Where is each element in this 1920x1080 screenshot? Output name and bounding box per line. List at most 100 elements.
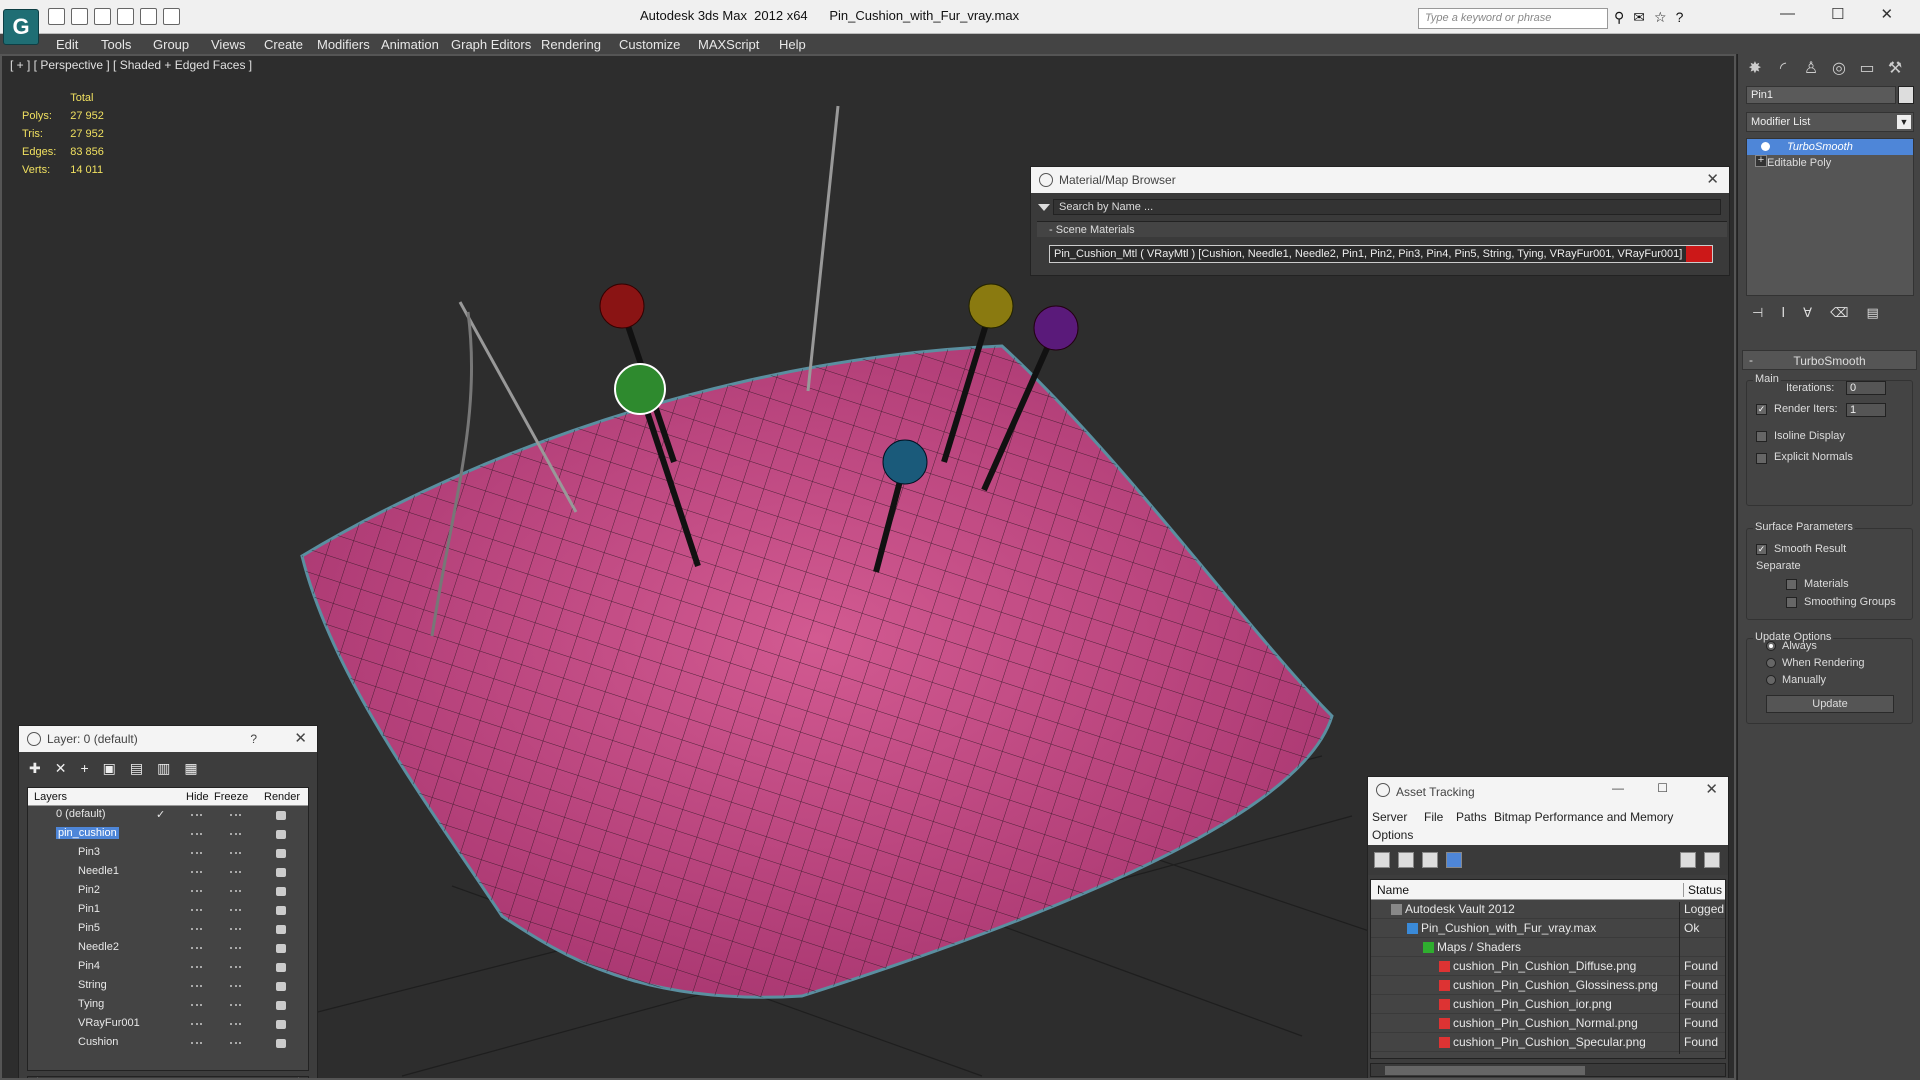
display-tab-icon[interactable]: ▭	[1856, 58, 1878, 80]
remove-modifier-icon[interactable]: ⌫	[1830, 305, 1848, 321]
perspective-viewport[interactable]: [ + ] [ Perspective ] [ Shaded + Edged F…	[0, 54, 1736, 1080]
menu-bitmap[interactable]: Bitmap Performance and Memory	[1494, 810, 1673, 824]
refresh-icon[interactable]	[1374, 852, 1390, 868]
freeze-toggle[interactable]	[230, 871, 241, 873]
asset-header[interactable]: Asset Tracking — ☐ ✕	[1368, 777, 1728, 807]
asset-row[interactable]: cushion_Pin_Cushion_ior.png Found	[1371, 995, 1725, 1016]
render-teapot-icon[interactable]	[276, 925, 286, 934]
table-view-icon[interactable]	[1446, 852, 1462, 868]
close-icon[interactable]: ✕	[1705, 780, 1718, 798]
menu-tools[interactable]: Tools	[101, 37, 131, 52]
render-teapot-icon[interactable]	[276, 1039, 286, 1048]
menu-create[interactable]: Create	[264, 37, 303, 52]
add-to-layer-icon[interactable]: +	[80, 760, 88, 777]
col-freeze[interactable]: Freeze	[214, 791, 248, 803]
layer-header[interactable]: Layer: 0 (default) ? ✕	[19, 726, 317, 752]
pin-stack-icon[interactable]: ⊣	[1752, 305, 1763, 321]
hide-toggle[interactable]	[191, 1023, 202, 1025]
show-end-result-icon[interactable]: Ⅰ	[1781, 305, 1785, 321]
asset-row[interactable]: Maps / Shaders	[1371, 938, 1725, 959]
layer-row[interactable]: Pin3	[28, 844, 308, 863]
layer-row[interactable]: Needle1	[28, 863, 308, 882]
stack-item-editable-poly[interactable]: Editable Poly	[1747, 155, 1913, 171]
menu-customize[interactable]: Customize	[619, 37, 680, 52]
hide-toggle[interactable]	[191, 1042, 202, 1044]
thumbnail-view-icon[interactable]	[1422, 852, 1438, 868]
smoothing-groups-checkbox[interactable]	[1786, 597, 1797, 608]
asset-row[interactable]: cushion_Pin_Cushion_Glossiness.png Found	[1371, 976, 1725, 997]
menu-rendering[interactable]: Rendering	[541, 37, 601, 52]
close-icon[interactable]: ✕	[1880, 5, 1893, 23]
asset-row[interactable]: cushion_Pin_Cushion_Specular.png Found	[1371, 1033, 1725, 1054]
context-help-icon[interactable]	[1704, 852, 1720, 868]
col-hide[interactable]: Hide	[186, 791, 209, 803]
stack-item-turbosmooth[interactable]: TurboSmooth	[1747, 139, 1913, 155]
materials-checkbox[interactable]	[1786, 579, 1797, 590]
new-layer-icon[interactable]: ✚	[29, 760, 41, 777]
render-teapot-icon[interactable]	[276, 944, 286, 953]
material-row[interactable]: Pin_Cushion_Mtl ( VRayMtl ) [Cushion, Ne…	[1049, 245, 1713, 263]
smooth-result-checkbox[interactable]: ✓	[1756, 544, 1767, 555]
hide-toggle[interactable]	[191, 985, 202, 987]
modify-tab-icon[interactable]: ◜	[1772, 58, 1794, 80]
render-teapot-icon[interactable]	[276, 849, 286, 858]
layer-row[interactable]: Pin2	[28, 882, 308, 901]
configure-sets-icon[interactable]: ▤	[1866, 305, 1878, 321]
col-layers[interactable]: Layers	[34, 791, 67, 803]
list-view-icon[interactable]	[1398, 852, 1414, 868]
menu-maxscript[interactable]: MAXScript	[698, 37, 759, 52]
menu-edit[interactable]: Edit	[56, 37, 78, 52]
help-icon[interactable]: ?	[250, 732, 257, 746]
hierarchy-tab-icon[interactable]: ♙	[1800, 58, 1822, 80]
menu-file[interactable]: File	[1424, 810, 1443, 824]
col-status[interactable]: Status	[1683, 883, 1722, 897]
max-logo-icon[interactable]: G	[3, 9, 39, 45]
layer-row[interactable]: VRayFur001	[28, 1015, 308, 1034]
hold-icon[interactable]	[117, 8, 134, 25]
turbosmooth-rollout[interactable]: - TurboSmooth	[1742, 350, 1917, 370]
asset-row[interactable]: cushion_Pin_Cushion_Normal.png Found	[1371, 1014, 1725, 1035]
manually-radio[interactable]	[1766, 675, 1776, 685]
hide-toggle[interactable]	[191, 814, 202, 816]
layer-manager[interactable]: Layer: 0 (default) ? ✕ ✚ ✕ + ▣ ▤ ▥ ▦ Lay…	[18, 725, 318, 1078]
layer-scrollbar[interactable]: ◀ ▶	[27, 1076, 309, 1078]
freeze-toggle[interactable]	[230, 1023, 241, 1025]
layer-row[interactable]: 0 (default) ✓	[28, 806, 308, 825]
hide-toggle[interactable]	[191, 890, 202, 892]
new-scene-icon[interactable]	[94, 8, 111, 25]
hide-toggle[interactable]	[191, 928, 202, 930]
object-color-swatch[interactable]	[1898, 86, 1914, 104]
save-file-icon[interactable]	[71, 8, 88, 25]
freeze-toggle[interactable]	[230, 985, 241, 987]
render-teapot-icon[interactable]	[276, 906, 286, 915]
explicit-normals-checkbox[interactable]	[1756, 453, 1767, 464]
create-tab-icon[interactable]: ✸	[1744, 58, 1766, 80]
isoline-checkbox[interactable]	[1756, 431, 1767, 442]
browser-header[interactable]: Material/Map Browser ✕	[1031, 167, 1729, 193]
asset-row[interactable]: Pin_Cushion_with_Fur_vray.max Ok	[1371, 919, 1725, 940]
current-layer-check-icon[interactable]: ✓	[156, 808, 165, 821]
hide-all-icon[interactable]: ▥	[157, 760, 170, 777]
select-objects-icon[interactable]: ▣	[103, 760, 116, 777]
freeze-toggle[interactable]	[230, 966, 241, 968]
render-teapot-icon[interactable]	[276, 811, 286, 820]
render-iters-spinner[interactable]: 1	[1846, 403, 1886, 417]
scroll-thumb[interactable]	[1385, 1066, 1585, 1075]
render-teapot-icon[interactable]	[276, 1020, 286, 1029]
scroll-left-icon[interactable]: ◀	[30, 1076, 38, 1078]
menu-modifiers[interactable]: Modifiers	[317, 37, 370, 52]
render-teapot-icon[interactable]	[276, 887, 286, 896]
freeze-all-icon[interactable]: ▦	[184, 760, 197, 777]
layer-row[interactable]: Tying	[28, 996, 308, 1015]
asset-scrollbar[interactable]	[1370, 1063, 1726, 1077]
material-search-input[interactable]: Search by Name ...	[1038, 199, 1721, 215]
layer-row[interactable]: String	[28, 977, 308, 996]
hide-toggle[interactable]	[191, 909, 202, 911]
render-teapot-icon[interactable]	[276, 963, 286, 972]
menu-animation[interactable]: Animation	[381, 37, 439, 52]
update-button[interactable]: Update	[1766, 695, 1894, 713]
help-icon[interactable]	[1680, 852, 1696, 868]
menu-paths[interactable]: Paths	[1456, 810, 1487, 824]
freeze-toggle[interactable]	[230, 890, 241, 892]
freeze-toggle[interactable]	[230, 833, 241, 835]
